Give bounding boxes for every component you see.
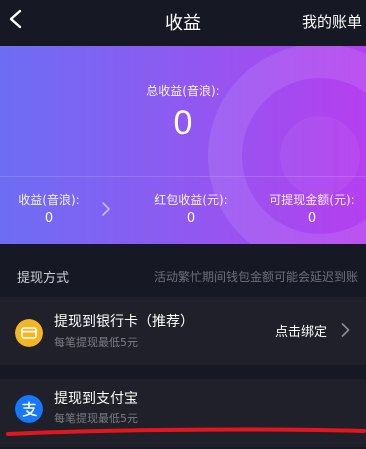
stat-withdrawable: 可提现金额(元): 0	[266, 191, 358, 226]
total-earnings-value: 0	[173, 104, 193, 142]
stat-value: 0	[186, 211, 196, 226]
chevron-right-icon	[102, 202, 110, 216]
method-subtitle: 每笔提现最低5元	[54, 336, 138, 349]
method-subtitle: 每笔提现最低5元	[54, 412, 138, 425]
card-divider	[0, 176, 366, 177]
stat-red-packet: 红包收益(元): 0	[148, 191, 234, 226]
stat-value: 0	[307, 211, 317, 226]
bind-button[interactable]: 点击绑定	[275, 321, 327, 340]
withdraw-section-header: 提现方式 活动繁忙期间钱包金额可能会延迟到账	[0, 256, 366, 292]
red-underline-annotation	[6, 427, 366, 436]
delay-notice: 活动繁忙期间钱包金额可能会延迟到账	[153, 270, 358, 284]
stat-earnings[interactable]: 收益(音浪): 0	[14, 191, 84, 226]
bank-card-icon	[15, 319, 43, 347]
stat-label: 收益(音浪):	[18, 193, 80, 207]
stat-label: 红包收益(元):	[154, 193, 228, 207]
top-nav-bar: 收益 我的账单	[0, 0, 366, 46]
earnings-card: 总收益(音浪): 0 收益(音浪): 0 红包收益(元): 0 可提现金额(元)…	[0, 46, 366, 244]
stat-label: 可提现金额(元):	[269, 193, 355, 207]
total-earnings-label: 总收益(音浪):	[146, 84, 220, 98]
chevron-right-icon	[341, 323, 350, 337]
withdraw-to-bank-card[interactable]: 提现到银行卡（推荐） 每笔提现最低5元 点击绑定	[0, 297, 366, 365]
my-bill-link[interactable]: 我的账单	[302, 11, 362, 32]
method-title: 提现到银行卡（推荐）	[54, 314, 194, 330]
section-title: 提现方式	[17, 271, 70, 286]
stat-value: 0	[44, 211, 54, 226]
method-title: 提现到支付宝	[54, 391, 138, 407]
alipay-icon	[15, 395, 43, 423]
